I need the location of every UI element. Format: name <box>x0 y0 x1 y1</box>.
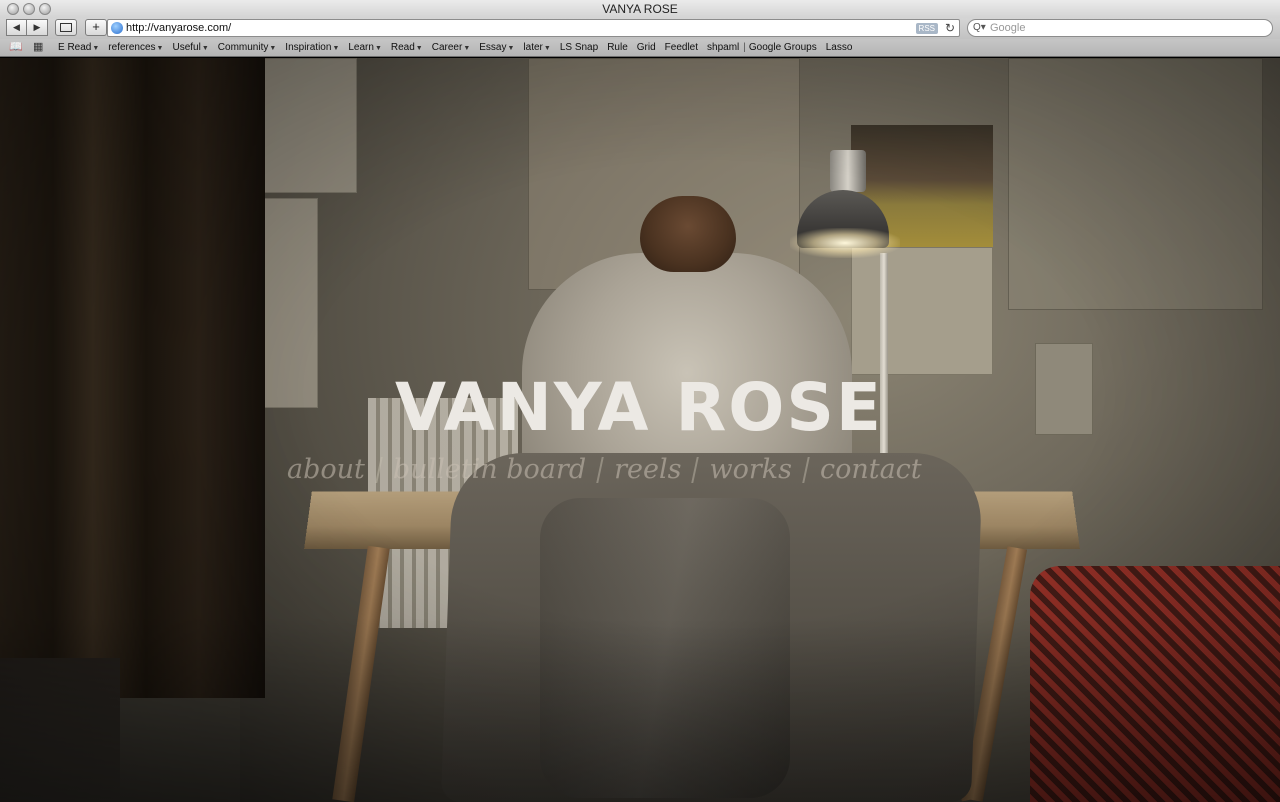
show-bookmarks-button[interactable] <box>55 19 77 36</box>
search-input[interactable]: Q▾ Google <box>967 19 1273 37</box>
bookmark-label: Grid <box>636 42 656 53</box>
bookmark-label: Google Groups <box>748 42 817 53</box>
nav-link-contact[interactable]: contact <box>820 454 922 485</box>
bookmark-label: Lasso <box>825 42 853 53</box>
search-placeholder: Google <box>990 22 1026 34</box>
back-button[interactable]: ◀ <box>6 19 27 36</box>
forward-button[interactable]: ▶ <box>27 19 48 36</box>
bookmark-learn[interactable]: Learn▼ <box>348 39 382 57</box>
dropdown-arrow-icon: ▼ <box>92 45 100 52</box>
bookmark-read[interactable]: Read▼ <box>391 39 423 57</box>
nav-link-about[interactable]: about <box>287 454 365 485</box>
dropdown-arrow-icon: ▼ <box>543 45 551 52</box>
bookmark-later[interactable]: later▼ <box>523 39 550 57</box>
globe-icon <box>111 22 123 34</box>
bookmark-ls-snap[interactable]: LS Snap <box>560 39 598 57</box>
dropdown-arrow-icon: ▼ <box>156 45 164 52</box>
search-icon: Q▾ <box>973 22 986 33</box>
site-title[interactable]: VANYA ROSE <box>395 370 895 446</box>
rss-button[interactable]: RSS <box>915 23 938 34</box>
nav-link-reels[interactable]: reels <box>614 454 681 485</box>
close-window-button[interactable] <box>7 3 19 15</box>
bookmark-label: Career <box>431 42 463 53</box>
bookmark-inspiration[interactable]: Inspiration▼ <box>285 39 339 57</box>
zoom-window-button[interactable] <box>39 3 51 15</box>
dropdown-arrow-icon: ▼ <box>463 45 471 52</box>
browser-toolbar: ◀ ▶ + http://vanyarose.com/ RSS ↻ Q▾ Goo… <box>0 18 1280 39</box>
bookmark-feedlet[interactable]: Feedlet <box>665 39 698 57</box>
bookmark-career[interactable]: Career▼ <box>432 39 471 57</box>
address-bar[interactable]: http://vanyarose.com/ RSS ↻ <box>107 19 960 37</box>
bookmark-separator: | <box>743 42 746 53</box>
dropdown-arrow-icon: ▼ <box>507 45 515 52</box>
nav-link-bulletin-board[interactable]: bulletin board <box>393 454 586 485</box>
bookmark-e-read[interactable]: E Read▼ <box>58 39 99 57</box>
bookmark-label: LS Snap <box>559 42 599 53</box>
url-text: http://vanyarose.com/ <box>126 22 232 34</box>
dropdown-arrow-icon: ▼ <box>201 45 209 52</box>
minimize-window-button[interactable] <box>23 3 35 15</box>
book-icon[interactable]: 📖 <box>9 39 23 56</box>
bookmark-label: Read <box>390 42 415 53</box>
bookmark-rule[interactable]: Rule <box>607 39 628 57</box>
window-title: VANYA ROSE <box>602 2 678 16</box>
dropdown-arrow-icon: ▼ <box>269 45 277 52</box>
nav-separator <box>802 456 810 483</box>
bookmark-label: Learn <box>348 42 374 53</box>
bookmark-references[interactable]: references▼ <box>108 39 163 57</box>
bookmark-list: E Read▼ references▼ Useful▼ Community▼ Inspi… <box>58 39 861 57</box>
site-nav: about bulletin board reels works contact <box>287 454 922 485</box>
screen-icon <box>60 23 72 32</box>
bookmark-label: Useful <box>172 42 201 53</box>
bookmark-label: Feedlet <box>664 42 699 53</box>
dropdown-arrow-icon: ▼ <box>332 45 340 52</box>
bookmark-label: shpaml <box>707 42 740 53</box>
nav-link-works[interactable]: works <box>709 454 792 485</box>
bookmark-google-groups[interactable]: Google Groups <box>749 39 817 57</box>
bookmark-lasso[interactable]: Lasso <box>826 39 853 57</box>
bookmark-label: Essay <box>479 42 507 53</box>
bookmark-label: Rule <box>607 42 628 53</box>
nav-separator <box>691 456 700 483</box>
bookmark-label: later <box>523 42 543 53</box>
bookmark-community[interactable]: Community▼ <box>218 39 277 57</box>
bookmark-label: references <box>108 42 156 53</box>
history-buttons: ◀ ▶ <box>6 19 48 36</box>
bookmark-useful[interactable]: Useful▼ <box>172 39 208 57</box>
window-titlebar: VANYA ROSE <box>0 0 1280 18</box>
bookmark-essay[interactable]: Essay▼ <box>479 39 514 57</box>
bookmark-grid[interactable]: Grid <box>637 39 656 57</box>
bookmarks-bar: 📖 ▦ E Read▼ references▼ Useful▼ Community▼ I… <box>0 39 1280 57</box>
bookmark-label: Inspiration <box>285 42 332 53</box>
nav-separator <box>596 456 604 483</box>
dropdown-arrow-icon: ▼ <box>374 45 382 52</box>
bookmark-label: Community <box>217 42 269 53</box>
add-bookmark-button[interactable]: + <box>85 19 107 36</box>
window-controls <box>7 3 51 15</box>
hero-background: VANYA ROSE about bulletin board reels works… <box>0 58 1280 802</box>
reload-button[interactable]: ↻ <box>945 20 955 36</box>
dropdown-arrow-icon: ▼ <box>415 45 423 52</box>
nav-separator <box>375 456 383 483</box>
bookmark-shpaml[interactable]: shpaml <box>707 39 739 57</box>
bookmark-label: E Read <box>58 42 92 53</box>
grid-icon[interactable]: ▦ <box>33 39 43 56</box>
